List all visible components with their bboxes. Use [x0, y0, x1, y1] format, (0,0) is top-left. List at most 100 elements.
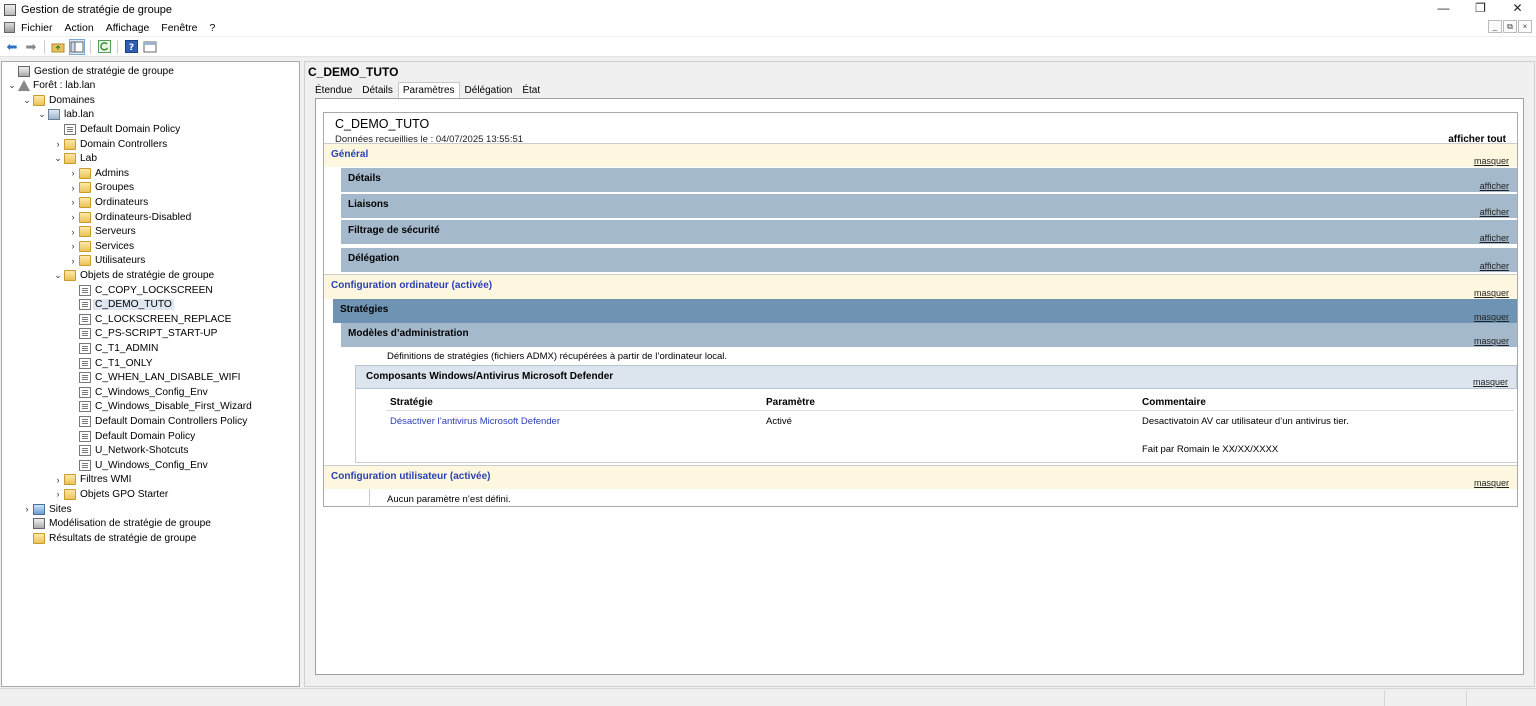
back-arrow-icon[interactable]: ⬅ — [4, 39, 20, 55]
tree-node[interactable]: ⌄ Domaines — [21, 93, 95, 107]
chevron-right-icon[interactable]: › — [67, 212, 79, 222]
chevron-right-icon[interactable]: › — [67, 197, 79, 207]
minimize-button[interactable]: — — [1425, 0, 1462, 19]
mdi-controls: _ ⧉ × — [1488, 20, 1532, 33]
tree-node[interactable]: Default Domain Controllers Policy — [67, 414, 247, 428]
properties-icon[interactable] — [142, 39, 158, 55]
tab-etat[interactable]: État — [517, 82, 545, 98]
mdi-minimize-button[interactable]: _ — [1488, 20, 1502, 33]
section-user-toggle[interactable]: masquer — [1474, 478, 1509, 488]
tab-delegation[interactable]: Délégation — [460, 82, 518, 98]
tab-etendue[interactable]: Étendue — [310, 82, 357, 98]
tree-node[interactable]: › Utilisateurs — [67, 254, 145, 268]
tab-details[interactable]: Détails — [357, 82, 398, 98]
tree-node[interactable]: Default Domain Policy — [52, 122, 180, 136]
gpo-icon — [79, 357, 91, 369]
tree-node[interactable]: ⌄ lab.lan — [36, 108, 94, 122]
tree-node[interactable]: › Admins — [67, 166, 129, 180]
tree-node[interactable]: C_Windows_Config_Env — [67, 385, 208, 399]
tree-node-label: Gestion de stratégie de groupe — [34, 65, 174, 77]
refresh-icon[interactable] — [96, 39, 112, 55]
tree-node[interactable]: › Domain Controllers — [52, 137, 167, 151]
menu-affichage[interactable]: Affichage — [100, 22, 156, 34]
tree-node[interactable]: U_Windows_Config_Env — [67, 458, 208, 472]
tree-node-label: Lab — [80, 153, 97, 165]
tree-node[interactable]: › Services — [67, 239, 134, 253]
chevron-right-icon[interactable]: › — [52, 139, 64, 149]
restore-button[interactable]: ❐ — [1462, 0, 1499, 19]
console-tree: Gestion de stratégie de groupe ⌄ Forêt : l… — [1, 61, 300, 687]
tree-node[interactable]: C_COPY_LOCKSCREEN — [67, 283, 213, 297]
settings-report: C_DEMO_TUTO Données recueillies le : 04/… — [323, 112, 1518, 507]
tree-node[interactable]: C_DEMO_TUTO — [67, 298, 174, 312]
section-security-toggle[interactable]: afficher — [1480, 233, 1509, 243]
tree-node[interactable]: Modélisation de stratégie de groupe — [21, 517, 211, 531]
chevron-right-icon[interactable]: › — [67, 183, 79, 193]
section-delegation-toggle[interactable]: afficher — [1480, 261, 1509, 271]
chevron-down-icon[interactable]: ⌄ — [21, 95, 33, 106]
section-details-toggle[interactable]: afficher — [1480, 181, 1509, 191]
section-links-title: Liaisons — [348, 199, 389, 210]
tree-node[interactable]: C_LOCKSCREEN_REPLACE — [67, 312, 231, 326]
console-icon[interactable] — [4, 22, 15, 33]
tree-node[interactable]: › Objets GPO Starter — [52, 487, 168, 501]
tree-node[interactable]: C_PS-SCRIPT_START-UP — [67, 327, 217, 341]
section-links-toggle[interactable]: afficher — [1480, 207, 1509, 217]
tree-node[interactable]: Gestion de stratégie de groupe — [6, 64, 174, 78]
chevron-down-icon[interactable]: ⌄ — [6, 80, 18, 91]
tree-node[interactable]: Default Domain Policy — [67, 429, 195, 443]
help-icon[interactable]: ? — [123, 39, 139, 55]
forward-arrow-icon[interactable]: ➡ — [23, 39, 39, 55]
menu-fenetre[interactable]: Fenêtre — [155, 22, 203, 34]
policy-setting-value: Activé — [766, 416, 792, 427]
tree-node[interactable]: › Filtres WMI — [52, 473, 132, 487]
tree-node[interactable]: › Ordinateurs — [67, 195, 148, 209]
tree-node[interactable]: C_Windows_Disable_First_Wizard — [67, 400, 252, 414]
chevron-right-icon[interactable]: › — [52, 475, 64, 485]
tree-node-label: Default Domain Policy — [80, 123, 181, 135]
title-bar: Gestion de stratégie de groupe — ❐ ✕ — [0, 0, 1536, 19]
folder-icon — [64, 138, 76, 150]
tree-node[interactable]: ⌄ Lab — [52, 152, 97, 166]
tree-node[interactable]: U_Network-Shotcuts — [67, 444, 188, 458]
section-defender-toggle[interactable]: masquer — [1473, 377, 1508, 387]
section-computer-toggle[interactable]: masquer — [1474, 288, 1509, 298]
tree-node[interactable]: C_WHEN_LAN_DISABLE_WIFI — [67, 371, 241, 385]
tree-node[interactable]: › Ordinateurs-Disabled — [67, 210, 191, 224]
tab-parametres[interactable]: Paramètres — [397, 82, 460, 98]
console-tree-icon[interactable] — [69, 38, 85, 55]
menu-action[interactable]: Action — [59, 22, 100, 34]
folder-icon — [79, 211, 91, 223]
chevron-right-icon[interactable]: › — [67, 256, 79, 266]
up-folder-icon[interactable] — [50, 39, 66, 55]
tree-node[interactable]: Résultats de stratégie de groupe — [21, 531, 196, 545]
tree-node[interactable]: › Groupes — [67, 181, 134, 195]
tree-node[interactable]: › Serveurs — [67, 225, 136, 239]
chevron-right-icon[interactable]: › — [67, 227, 79, 237]
tree-node[interactable]: ⌄ Forêt : lab.lan — [6, 79, 95, 93]
menu-fichier[interactable]: Fichier — [15, 22, 59, 34]
chevron-down-icon[interactable]: ⌄ — [52, 270, 64, 281]
policy-link-disable-defender[interactable]: Désactiver l’antivirus Microsoft Defende… — [390, 416, 560, 427]
tree-node-label: Objets GPO Starter — [80, 488, 169, 500]
folder-icon — [79, 226, 91, 238]
chevron-right-icon[interactable]: › — [21, 504, 33, 514]
chevron-down-icon[interactable]: ⌄ — [36, 109, 48, 120]
tree-node[interactable]: ⌄ Objets de stratégie de groupe — [52, 268, 214, 282]
section-admin-templates-toggle[interactable]: masquer — [1474, 336, 1509, 346]
section-policies-toggle[interactable]: masquer — [1474, 312, 1509, 322]
close-button[interactable]: ✕ — [1499, 0, 1536, 19]
chevron-right-icon[interactable]: › — [52, 489, 64, 499]
chevron-right-icon[interactable]: › — [67, 168, 79, 178]
tree-node[interactable]: › Sites — [21, 502, 72, 516]
chevron-down-icon[interactable]: ⌄ — [52, 153, 64, 164]
report-title: C_DEMO_TUTO — [335, 117, 430, 131]
col-header-policy: Stratégie — [390, 397, 433, 408]
tree-node[interactable]: C_T1_ADMIN — [67, 341, 158, 355]
chevron-right-icon[interactable]: › — [67, 241, 79, 251]
mdi-close-button[interactable]: × — [1518, 20, 1532, 33]
section-general-toggle[interactable]: masquer — [1474, 156, 1509, 166]
tree-node[interactable]: C_T1_ONLY — [67, 356, 153, 370]
menu-help[interactable]: ? — [203, 22, 221, 34]
mdi-restore-button[interactable]: ⧉ — [1503, 20, 1517, 33]
